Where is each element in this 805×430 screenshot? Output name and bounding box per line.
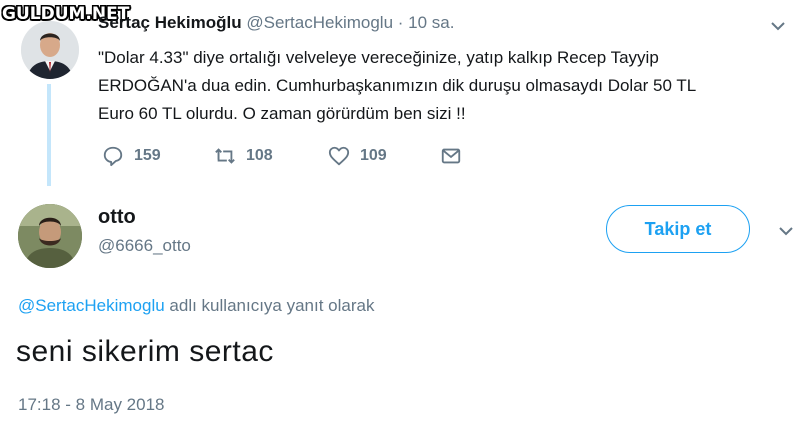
tweet-text-line: Euro 60 TL olurdu. O zaman görürdüm ben … [98,104,466,123]
avatar[interactable] [21,21,79,79]
like-count: 109 [360,147,387,164]
chevron-down-icon[interactable] [778,224,794,236]
chevron-down-icon[interactable] [770,19,786,31]
quoted-tweet-text: "Dolar 4.33" diye ortalığı velveleye ver… [98,44,788,128]
tweet-text-line: "Dolar 4.33" diye ortalığı velveleye ver… [98,48,659,67]
meta-separator: · [393,13,409,32]
thread-connector [47,84,51,186]
reply-icon [103,146,123,167]
like-button[interactable]: 109 [328,145,387,167]
reply-context-text: adlı kullanıcıya yanıt olarak [164,296,375,315]
retweet-count: 108 [246,147,273,164]
envelope-icon [441,148,461,164]
tweet-timestamp[interactable]: 17:18 - 8 May 2018 [18,395,164,415]
avatar[interactable] [18,204,82,268]
user-photo-icon [21,21,79,79]
user-photo-icon [18,204,82,268]
tweet-time[interactable]: 10 sa. [408,13,454,32]
reply-context: @SertacHekimoglu adlı kullanıcıya yanıt … [18,296,374,316]
author-name[interactable]: otto [98,206,136,229]
retweet-button[interactable]: 108 [214,145,273,167]
retweet-icon [215,148,235,164]
tweet-text-line: ERDOĞAN'a dua edin. Cumhurbaşkanımızın d… [98,76,697,95]
direct-message-button[interactable] [440,145,472,167]
reply-count: 159 [134,147,161,164]
tweet-text: seni sikerim sertac [16,335,274,368]
follow-button[interactable]: Takip et [606,205,750,253]
heart-icon [328,146,350,166]
author-handle[interactable]: @6666_otto [98,236,191,256]
author-handle[interactable]: @SertacHekimoglu [246,13,393,32]
quoted-tweet-header: Sertaç Hekimoğlu @SertacHekimoglu · 10 s… [98,13,454,33]
reply-mention-link[interactable]: @SertacHekimoglu [18,296,165,315]
author-name[interactable]: Sertaç Hekimoğlu [98,13,242,32]
reply-button[interactable]: 159 [102,145,161,167]
